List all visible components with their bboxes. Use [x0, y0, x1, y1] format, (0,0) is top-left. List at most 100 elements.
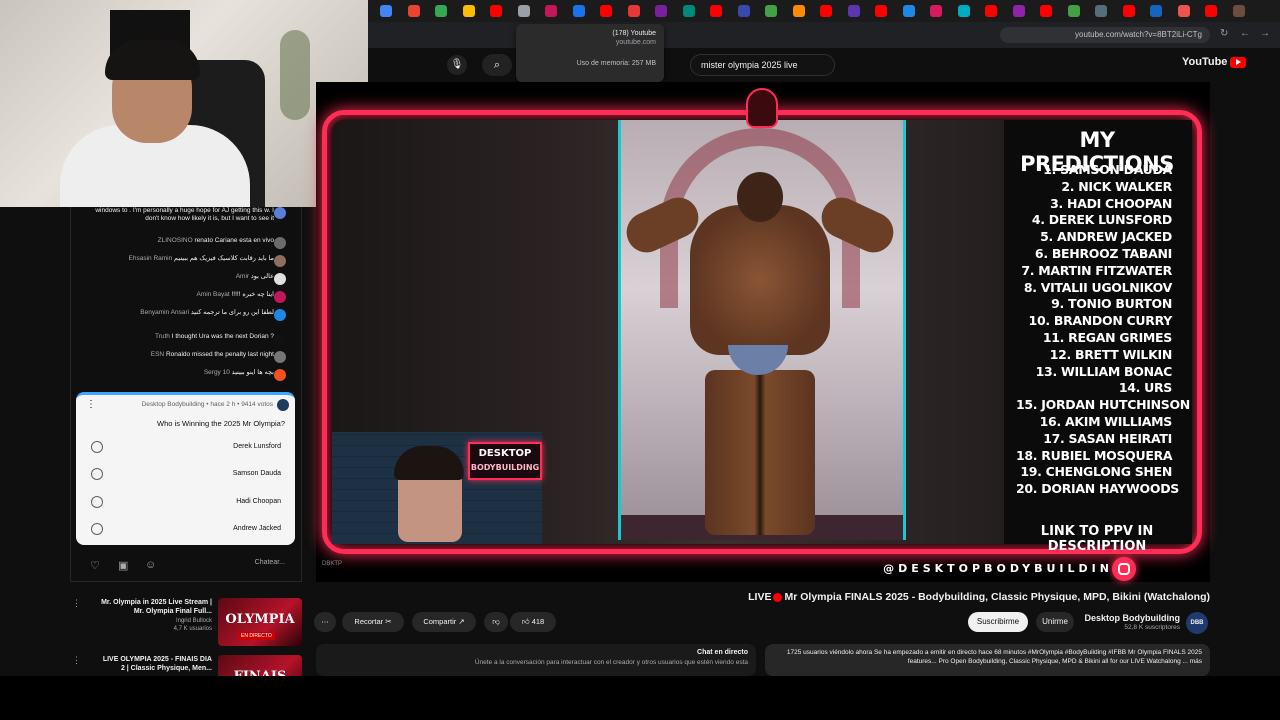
chat-text: I thought Ura was the next Dorian ?: [171, 333, 274, 340]
chat-author[interactable]: Truth: [155, 333, 170, 340]
prediction-item: 10. BRANDON CURRY: [1028, 313, 1173, 329]
related-title: LIVE OLYMPIA 2025 - FINAIS DIA 2 | Class…: [102, 656, 212, 672]
browser-tab-favicon[interactable]: [380, 5, 392, 17]
chat-avatar[interactable]: [274, 369, 286, 381]
chat-avatar[interactable]: [274, 255, 286, 267]
browser-tab-favicon[interactable]: [655, 5, 667, 17]
browser-tab-favicon[interactable]: [1177, 5, 1190, 17]
chat-avatar[interactable]: [274, 291, 286, 303]
chat-message: Truth I thought Ura was the next Dorian …: [78, 333, 274, 341]
browser-tab-favicon[interactable]: [490, 5, 502, 17]
like-button[interactable]: 👍︎ 418: [510, 612, 556, 632]
poll-option[interactable]: Samson Dauda: [88, 464, 285, 484]
predictions-footer: LINK TO PPV IN DESCRIPTION: [1040, 524, 1154, 554]
live-chat-collapsed[interactable]: Chat en directo Únete a la conversación …: [316, 644, 756, 676]
prediction-item: 9. TONIO BURTON: [1051, 296, 1172, 312]
related-thumbnail[interactable]: OLYMPIA EN DIRECTO: [218, 598, 302, 646]
browser-tab-favicon[interactable]: [902, 5, 915, 17]
athlete-legs: [705, 370, 815, 535]
browser-tab-favicon[interactable]: [1232, 5, 1245, 17]
browser-tab-favicon[interactable]: [1012, 5, 1025, 17]
browser-tab-favicon[interactable]: [737, 5, 750, 17]
browser-tab-favicon[interactable]: [930, 5, 942, 17]
browser-tab-favicon[interactable]: [710, 5, 722, 17]
search-input[interactable]: mister olympia 2025 live: [690, 54, 835, 76]
poll-radio[interactable]: [91, 468, 103, 480]
poll-option[interactable]: Andrew Jacked: [88, 519, 285, 539]
tab-hover-title: (178) Youtube: [612, 30, 656, 37]
forward-icon[interactable]: →: [1260, 28, 1270, 39]
chat-author[interactable]: Amin Bayat: [196, 291, 229, 298]
related-video[interactable]: ⋮ OLYMPIA EN DIRECTO Mr. Olympia in 2025…: [72, 598, 302, 646]
join-button[interactable]: Unirme: [1036, 612, 1074, 632]
browser-tab-favicon[interactable]: [1150, 5, 1162, 17]
more-vert-icon[interactable]: ⋮: [72, 598, 81, 609]
browser-tab-favicon[interactable]: [985, 5, 997, 17]
related-viewers: 4,7 K usuarios: [173, 626, 212, 632]
poll-radio[interactable]: [91, 523, 103, 535]
chat-avatar[interactable]: [274, 273, 286, 285]
browser-tab-favicon[interactable]: [1067, 5, 1080, 17]
chat-author[interactable]: Ehsasin Ramin: [129, 255, 173, 262]
more-vert-icon[interactable]: ⋮: [72, 655, 81, 666]
poll-radio[interactable]: [91, 496, 103, 508]
chat-author[interactable]: Amir: [236, 273, 249, 280]
gift-icon[interactable]: ▣: [118, 559, 128, 572]
chat-avatar[interactable]: [274, 237, 286, 249]
prediction-item: 8. VITALII UGOLNIKOV: [1023, 279, 1172, 295]
poll-option[interactable]: Hadi Choopan: [88, 492, 285, 512]
chat-avatar[interactable]: [274, 333, 286, 345]
poll-option[interactable]: Derek Lunsford: [88, 437, 285, 457]
dislike-button[interactable]: 👎︎: [484, 612, 508, 632]
poll-radio[interactable]: [91, 441, 103, 453]
chat-author[interactable]: ZLINOSINO: [158, 237, 193, 244]
more-actions-button[interactable]: ⋯: [314, 612, 336, 632]
browser-tab-favicon[interactable]: [435, 5, 447, 17]
chat-text: عالی بود: [250, 273, 274, 280]
search-icon[interactable]: ⌕: [482, 54, 512, 76]
youtube-logo[interactable]: YouTube: [1182, 56, 1247, 68]
chat-avatar[interactable]: [274, 207, 286, 219]
browser-tab-favicon[interactable]: [792, 5, 805, 17]
chat-author[interactable]: ESN: [151, 351, 164, 358]
browser-tab-favicon[interactable]: [1095, 5, 1107, 17]
heart-icon[interactable]: ♡: [90, 559, 100, 572]
back-icon[interactable]: ←: [1240, 28, 1250, 39]
chat-author[interactable]: Benyamin Ansari: [140, 309, 189, 316]
browser-tab-favicon[interactable]: [1122, 5, 1135, 17]
prediction-item: 7. MARTIN FITZWATER: [1021, 262, 1172, 278]
url-field[interactable]: youtube.com/watch?v=8BT2iLi-CTg: [1000, 27, 1210, 43]
emoji-icon[interactable]: ☺: [145, 559, 156, 571]
video-watermark: DBKTP: [322, 561, 343, 567]
chat-message: Amin Bayat !!!!! اینا چه خبره: [78, 291, 274, 299]
clip-button[interactable]: Recortar ✂: [342, 612, 404, 632]
browser-tab-favicon[interactable]: [1040, 5, 1052, 17]
reload-icon[interactable]: ↻: [1220, 28, 1228, 39]
chat-author[interactable]: Sergy 10: [204, 369, 230, 376]
browser-tab-favicon[interactable]: [572, 5, 585, 17]
browser-tab-favicon[interactable]: [407, 5, 420, 17]
subscribe-button[interactable]: Suscribirme: [968, 612, 1028, 632]
channel-avatar[interactable]: DBB: [1186, 612, 1208, 634]
browser-tab-favicon[interactable]: [765, 5, 777, 17]
browser-tab-favicon[interactable]: [462, 5, 475, 17]
browser-tab-favicon[interactable]: [1205, 5, 1217, 17]
browser-tab-favicon[interactable]: [627, 5, 640, 17]
channel-name[interactable]: Desktop Bodybuilding: [1080, 613, 1181, 623]
chat-avatar[interactable]: [274, 351, 286, 363]
chat-avatar[interactable]: [274, 309, 286, 321]
poll-menu-icon[interactable]: ⋮: [86, 399, 96, 410]
browser-tab-favicon[interactable]: [847, 5, 860, 17]
voice-search-icon[interactable]: 🎙: [447, 55, 467, 75]
browser-tab-favicon[interactable]: [957, 5, 970, 17]
video-description[interactable]: 1725 usuarios viéndolo ahora Se ha empez…: [765, 644, 1210, 676]
browser-tab-favicon[interactable]: [545, 5, 557, 17]
browser-tab-favicon[interactable]: [875, 5, 887, 17]
chat-input[interactable]: Chatear...: [205, 559, 285, 573]
browser-tab-favicon[interactable]: [682, 5, 695, 17]
prediction-item: 1. SAMSON DAUDA: [1043, 162, 1172, 177]
browser-tab-favicon[interactable]: [600, 5, 612, 17]
share-button[interactable]: Compartir ↗: [412, 612, 476, 632]
browser-tab-favicon[interactable]: [820, 5, 832, 17]
browser-tab-favicon[interactable]: [517, 5, 530, 17]
